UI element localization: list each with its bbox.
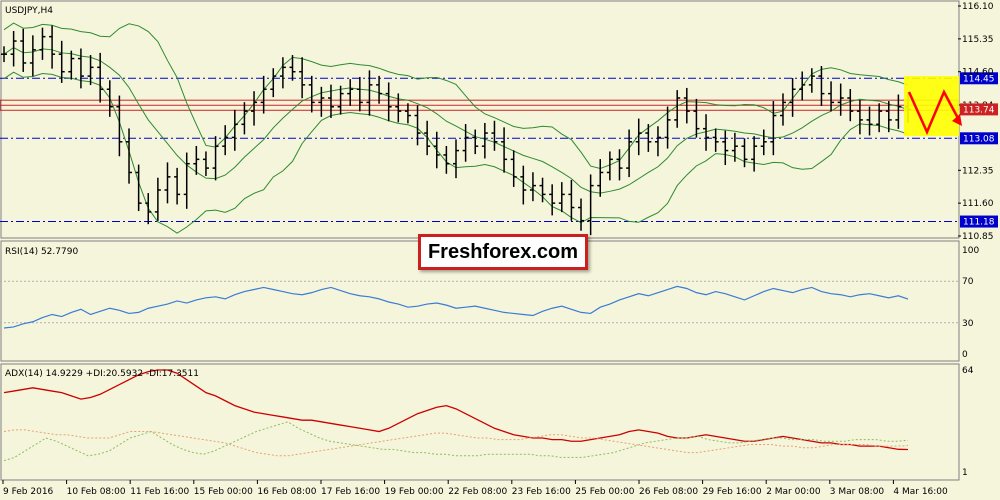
di-minus-line [3, 429, 909, 457]
di-plus-line [3, 421, 909, 462]
rsi-y-tick-1: 70 [962, 277, 974, 287]
x-tick-label-0: 9 Feb 2016 [3, 487, 54, 497]
adx-panel [0, 363, 960, 481]
adx-y-tick-1: 1 [962, 468, 968, 478]
rsi-line [3, 285, 909, 329]
x-tick-label-3: 15 Feb 00:00 [194, 487, 253, 497]
x-tick-label-4: 16 Feb 08:00 [257, 487, 316, 497]
x-tick-label-9: 25 Feb 00:00 [575, 487, 634, 497]
x-tick-label-7: 22 Feb 08:00 [448, 487, 507, 497]
current-price-text: 113.74 [963, 105, 995, 115]
x-tick-label-14: 4 Mar 16:00 [893, 487, 948, 497]
x-tick-label-13: 3 Mar 08:00 [830, 487, 885, 497]
rsi-y-tick-0: 100 [962, 246, 979, 256]
x-tick-label-2: 11 Feb 16:00 [130, 487, 189, 497]
price-y-tick-label-1: 115.35 [962, 35, 994, 45]
level-tag-text-2: 111.18 [963, 218, 995, 228]
x-axis: 9 Feb 2016 10 Feb 08:00 11 Feb 16:00 15 Feb… [2, 480, 948, 497]
adx-y-tick-0: 64 [962, 366, 974, 376]
rsi-y-tick-3: 0 [962, 350, 968, 360]
level-tag-text-1: 113.08 [963, 134, 995, 144]
price-y-tick-label-2: 114.60 [962, 68, 994, 78]
x-tick-label-6: 19 Feb 00:00 [385, 487, 444, 497]
x-tick-label-12: 2 Mar 00:00 [766, 487, 821, 497]
price-layer: 114.45113.08111.18116.10115.35114.60113.… [0, 2, 998, 242]
price-y-tick-label-5: 112.35 [962, 166, 994, 176]
x-tick-label-10: 26 Feb 08:00 [639, 487, 698, 497]
rsi-panel-label: RSI(14) 52.7790 [5, 247, 78, 257]
x-tick-label-5: 17 Feb 16:00 [321, 487, 380, 497]
price-y-tick-label-0: 116.10 [962, 2, 994, 12]
freshforex-watermark: Freshforex.com [418, 234, 588, 270]
adx-panel-label: ADX(14) 14.9229 +DI:20.5932 -DI:17.3511 [5, 369, 199, 379]
price-panel-label: USDJPY,H4 [5, 6, 53, 16]
price-y-tick-label-7: 110.85 [962, 232, 994, 242]
adx-layer: 64 1 [3, 366, 974, 478]
x-tick-label-8: 23 Feb 16:00 [512, 487, 571, 497]
price-y-tick-label-6: 111.60 [962, 199, 994, 209]
x-tick-label-11: 29 Feb 16:00 [703, 487, 762, 497]
x-tick-label-1: 10 Feb 08:00 [67, 487, 126, 497]
rsi-y-tick-2: 30 [962, 319, 974, 329]
